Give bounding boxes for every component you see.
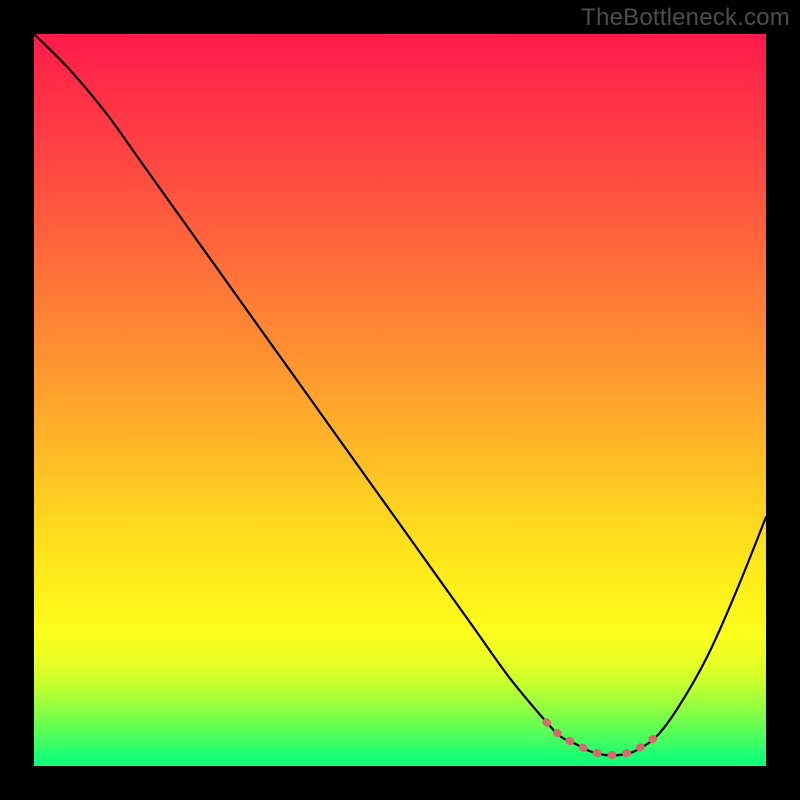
- plot-area: [34, 34, 766, 766]
- curve-line: [34, 34, 766, 755]
- watermark-text: TheBottleneck.com: [581, 4, 790, 32]
- chart-frame: TheBottleneck.com: [0, 0, 800, 800]
- bottleneck-curve: [34, 34, 766, 766]
